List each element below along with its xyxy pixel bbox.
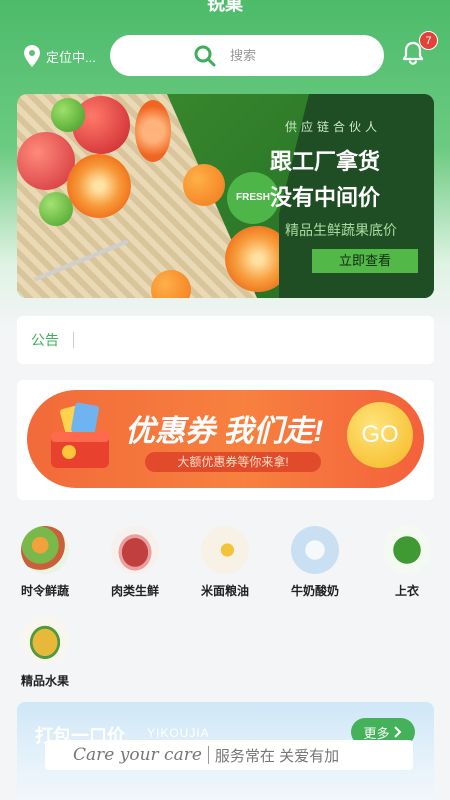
care-slogan-en: Care your care xyxy=(73,745,202,765)
search-input[interactable] xyxy=(230,48,300,63)
pineapple-icon xyxy=(21,616,69,664)
vegetables-basket-icon xyxy=(21,526,69,574)
coupon-card: 优惠券 我们走! 大额优惠券等你来拿! GO xyxy=(17,380,434,500)
category-label: 米面粮油 xyxy=(200,584,249,598)
section-subtitle: YIKOUJIA xyxy=(147,726,210,740)
search-icon xyxy=(194,45,216,66)
orange-graphic xyxy=(183,164,225,206)
care-slogan-band: Care your care 服务常在 关爱有加 xyxy=(45,740,413,770)
banner-headline-1: 跟工厂拿货 xyxy=(270,149,381,174)
category-label: 牛奶酸奶 xyxy=(290,584,339,598)
category-item-fruit[interactable]: 精品水果 xyxy=(10,616,80,689)
coupon-banner[interactable]: 优惠券 我们走! 大额优惠券等你来拿! GO xyxy=(27,390,424,488)
category-item-milk[interactable]: 牛奶酸奶 xyxy=(280,526,350,599)
notice-label: 公告 xyxy=(31,332,59,348)
notification-badge: 7 xyxy=(419,31,438,50)
view-now-button[interactable]: 立即查看 xyxy=(312,249,418,273)
coupon-go-button[interactable]: GO xyxy=(347,402,413,468)
orange-slice-graphic xyxy=(67,154,131,218)
category-label: 肉类生鲜 xyxy=(110,584,159,598)
grain-oil-icon xyxy=(201,526,249,574)
category-item-meat[interactable]: 肉类生鲜 xyxy=(100,526,170,599)
chevron-right-icon xyxy=(393,726,401,738)
coupon-subtitle: 大额优惠券等你来拿! xyxy=(145,452,321,472)
app-title: 锐菓 xyxy=(207,0,243,14)
location-pin-icon xyxy=(24,45,40,67)
banner-subtitle: 供应链合伙人 xyxy=(285,120,382,134)
category-label: 精品水果 xyxy=(20,674,69,688)
category-item-seasonal-vegetables[interactable]: 时令鲜蔬 xyxy=(10,526,80,599)
category-item-tops[interactable]: 上衣 xyxy=(372,526,442,599)
coupon-title: 优惠券 我们走! xyxy=(125,415,324,448)
banner-tagline: 精品生鲜蔬果底价 xyxy=(285,222,397,238)
location-selector[interactable]: 定位中... xyxy=(24,44,96,68)
more-label: 更多 xyxy=(363,725,390,741)
banner-headline-2: 没有中间价 xyxy=(270,185,381,210)
lime-graphic xyxy=(51,98,85,132)
care-slogan-cn: 服务常在 关爱有加 xyxy=(214,747,340,765)
notice-bar[interactable]: 公告 xyxy=(17,316,434,364)
gift-box-icon xyxy=(51,402,109,468)
milk-icon xyxy=(291,526,339,574)
location-text: 定位中... xyxy=(46,49,96,65)
leafy-greens-icon xyxy=(383,526,431,574)
fork-icon xyxy=(34,240,128,281)
lime-graphic xyxy=(39,192,73,226)
bundle-price-section: 打包一口价 YIKOUJIA 更多 Care your care 服务常在 关爱… xyxy=(17,702,434,800)
orange-slice-graphic xyxy=(135,100,171,162)
category-label: 时令鲜蔬 xyxy=(20,584,69,598)
category-label: 上衣 xyxy=(394,584,419,598)
meat-icon xyxy=(111,526,159,574)
care-divider xyxy=(207,746,209,764)
notice-divider xyxy=(73,332,74,348)
category-item-grain-oil[interactable]: 米面粮油 xyxy=(190,526,260,599)
search-bar[interactable] xyxy=(110,35,384,76)
